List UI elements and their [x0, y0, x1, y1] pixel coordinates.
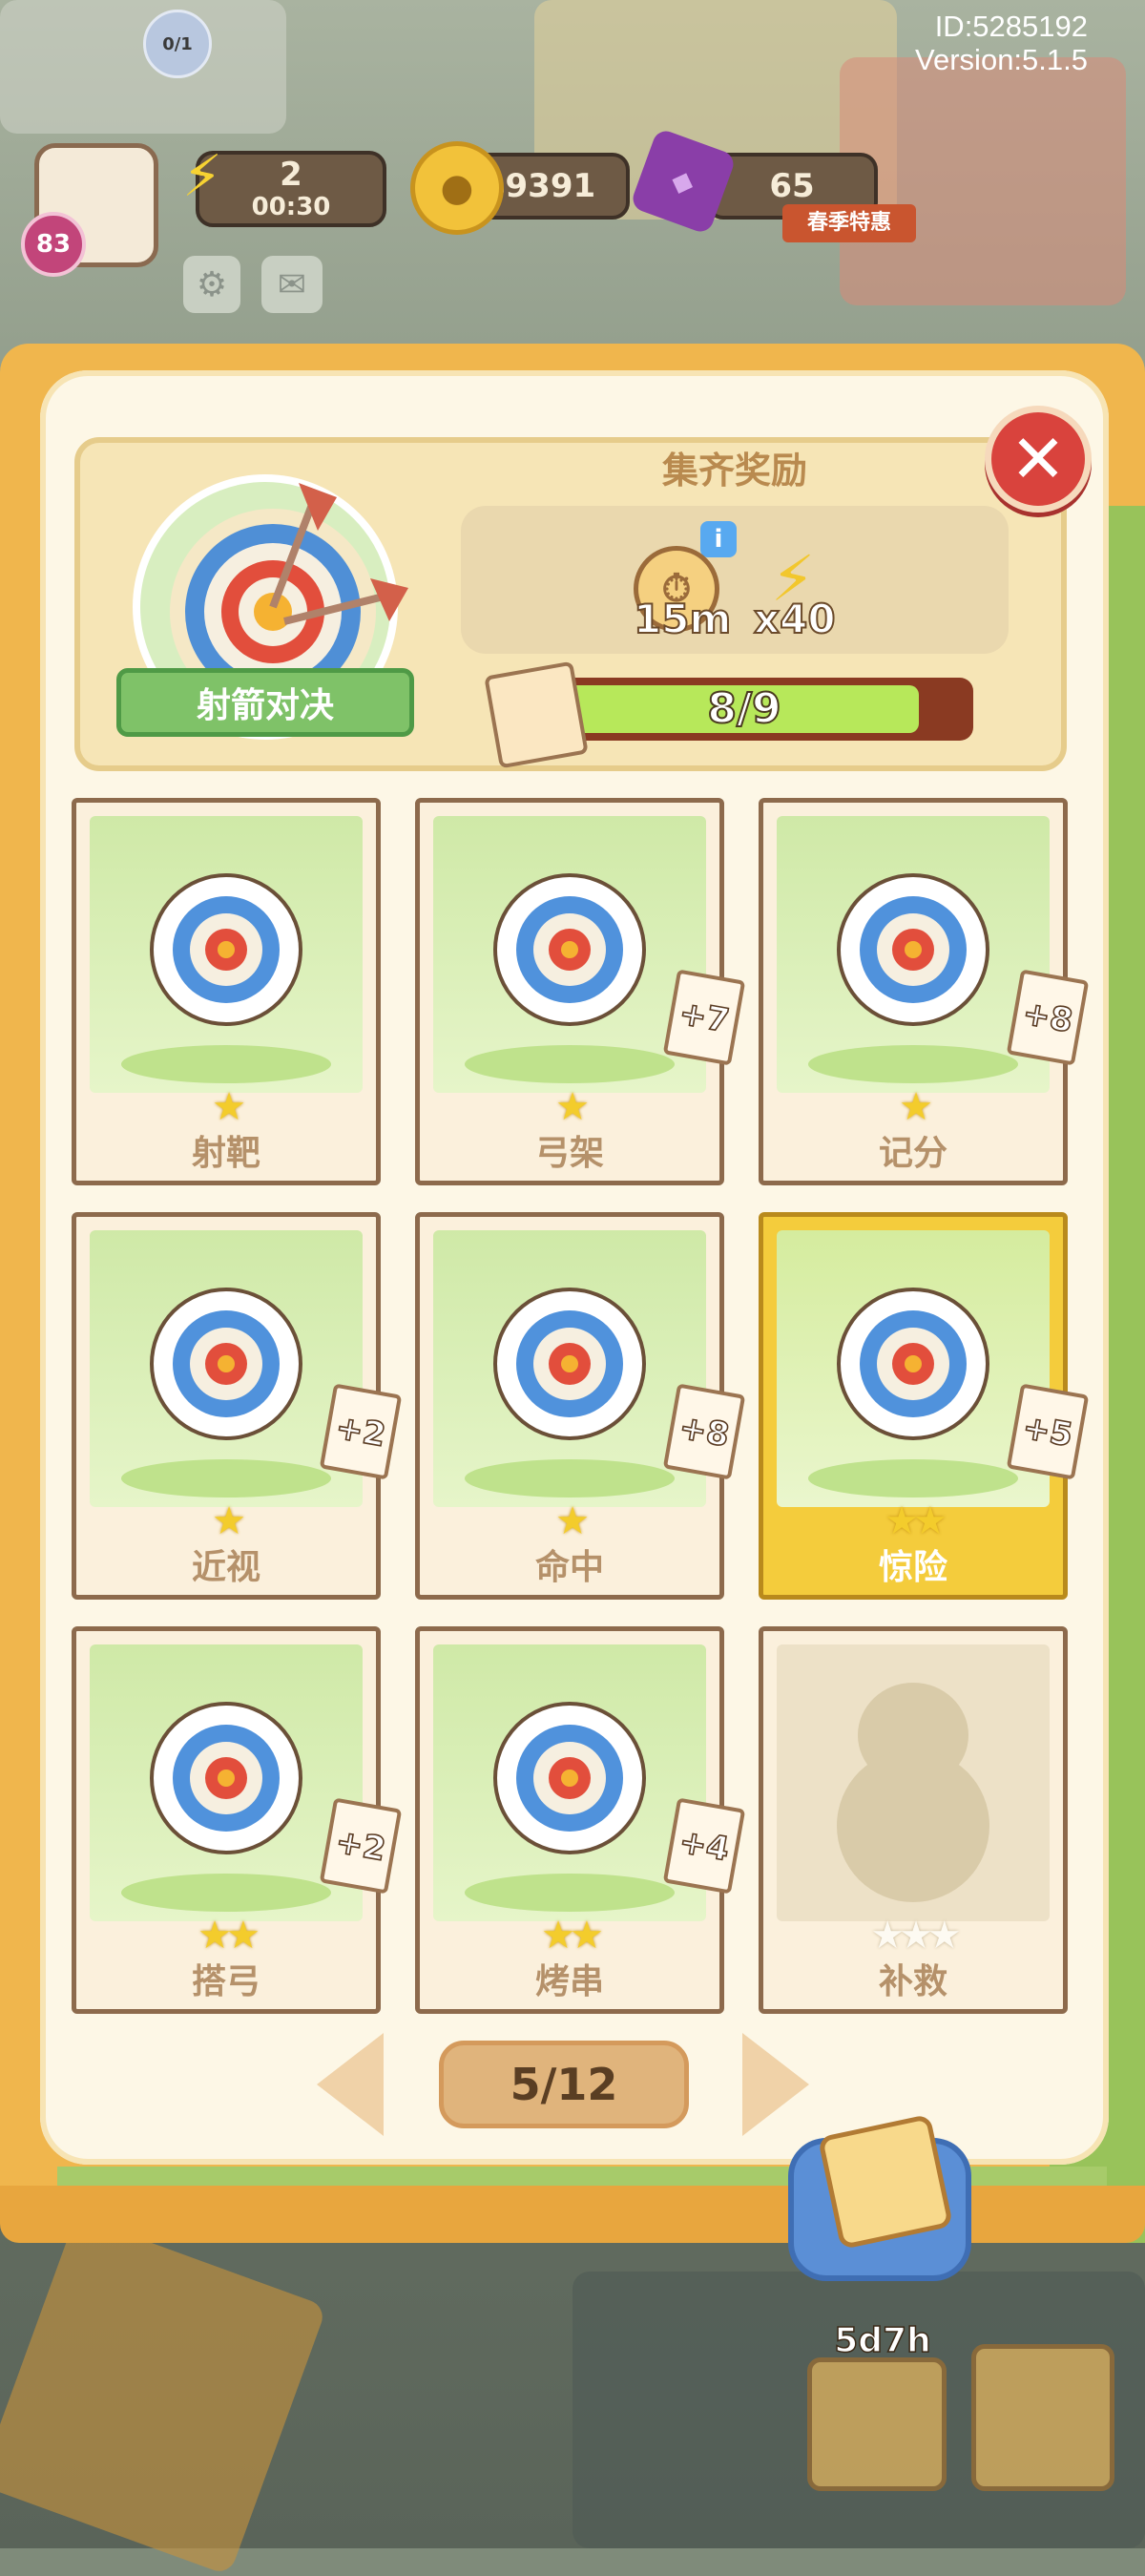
card-collection-button[interactable]: [807, 2357, 947, 2491]
reward-title: 集齐奖励: [661, 450, 807, 492]
album-card[interactable]: ★ 记分 +8: [759, 798, 1090, 1185]
set-name: 射箭对决: [196, 686, 334, 725]
card-star-rating: ★★★: [870, 1914, 962, 1958]
page-indicator: 5/12: [439, 2041, 689, 2128]
gem-value: 65: [769, 167, 815, 205]
settings-gear-icon[interactable]: ⚙: [183, 256, 240, 313]
info-icon[interactable]: i: [700, 521, 737, 557]
energy-value: 2: [280, 156, 302, 194]
duplicate-count-badge: +8: [1006, 969, 1090, 1066]
next-page-arrow[interactable]: [742, 2033, 809, 2136]
duplicate-count-badge: +2: [319, 1383, 403, 1480]
background-shop: [840, 57, 1126, 305]
album-card[interactable]: ★★ 惊险 +5: [759, 1212, 1090, 1600]
card-name: 补救: [878, 1962, 947, 2001]
card-star-rating: ★: [212, 1085, 246, 1129]
duplicate-count-badge: +4: [662, 1797, 746, 1895]
page-indicator-text: 5/12: [510, 2059, 618, 2110]
card-star-rating: ★: [555, 1085, 590, 1129]
energy-timer: 00:30: [251, 193, 331, 221]
friends-button[interactable]: [971, 2344, 1114, 2491]
card-name: 近视: [191, 1548, 260, 1587]
coin-icon: ●: [410, 141, 504, 235]
album-card[interactable]: ★ 弓架 +7: [415, 798, 746, 1185]
card-pack-icon: [817, 2113, 954, 2251]
reward-timer-label: 15m: [633, 595, 732, 643]
background-road: [0, 0, 286, 134]
card-name: 命中: [534, 1548, 604, 1587]
card-name: 弓架: [534, 1134, 604, 1173]
lightning-icon: ⚡: [181, 143, 223, 210]
mail-icon[interactable]: ✉: [261, 256, 323, 313]
card-name: 射靶: [191, 1134, 260, 1173]
reward-energy-label: x40: [753, 595, 837, 643]
album-book-spine: [0, 2186, 1145, 2243]
player-id: ID:5285192: [934, 10, 1088, 43]
card-star-rating: ★: [899, 1085, 933, 1129]
card-art: [90, 816, 363, 1093]
duplicate-count-badge: +7: [662, 969, 746, 1066]
background-lightning-sign: [0, 2215, 327, 2576]
close-button[interactable]: ✕: [985, 406, 1092, 513]
card-name: 记分: [878, 1134, 947, 1173]
album-card[interactable]: ★★ 搭弓 +2: [72, 1626, 403, 2014]
album-card[interactable]: ★ 射靶: [72, 798, 381, 1185]
duplicate-count-badge: +8: [662, 1383, 746, 1480]
card-name: 惊险: [878, 1548, 947, 1587]
album-card-pack-button[interactable]: [788, 2113, 971, 2281]
card-star-rating: ★: [555, 1499, 590, 1543]
level-badge: 83: [21, 212, 86, 277]
card-stack-icon: [484, 660, 589, 769]
card-star-rating: ★: [212, 1499, 246, 1543]
album-card[interactable]: ★ 近视 +2: [72, 1212, 403, 1600]
event-avatar-count: 0/1: [162, 33, 193, 54]
card-star-rating: ★★: [541, 1914, 604, 1958]
card-name: 烤串: [534, 1962, 604, 2001]
card-silhouette-art: [777, 1644, 1050, 1921]
prev-page-arrow[interactable]: [317, 2033, 384, 2136]
close-icon: ✕: [1010, 420, 1067, 498]
card-star-rating: ★★: [885, 1499, 947, 1543]
event-avatar[interactable]: 0/1: [143, 10, 212, 78]
album-card[interactable]: ★★★ 补救: [759, 1626, 1068, 2014]
gem-promo-badge[interactable]: 春季特惠: [782, 204, 916, 242]
info-glyph: i: [714, 525, 723, 554]
card-name: 搭弓: [191, 1962, 260, 2001]
set-name-ribbon: 射箭对决: [116, 668, 414, 737]
level-value: 83: [35, 230, 72, 259]
progress-text: 8/9: [706, 683, 781, 734]
card-star-rating: ★★: [198, 1914, 260, 1958]
duplicate-count-badge: +5: [1006, 1383, 1090, 1480]
album-card[interactable]: ★★ 烤串 +4: [415, 1626, 746, 2014]
album-card[interactable]: ★ 命中 +8: [415, 1212, 746, 1600]
version-label: Version:5.1.5: [915, 43, 1088, 76]
event-timer: 5d7h: [834, 2320, 932, 2361]
duplicate-count-badge: +2: [319, 1797, 403, 1895]
